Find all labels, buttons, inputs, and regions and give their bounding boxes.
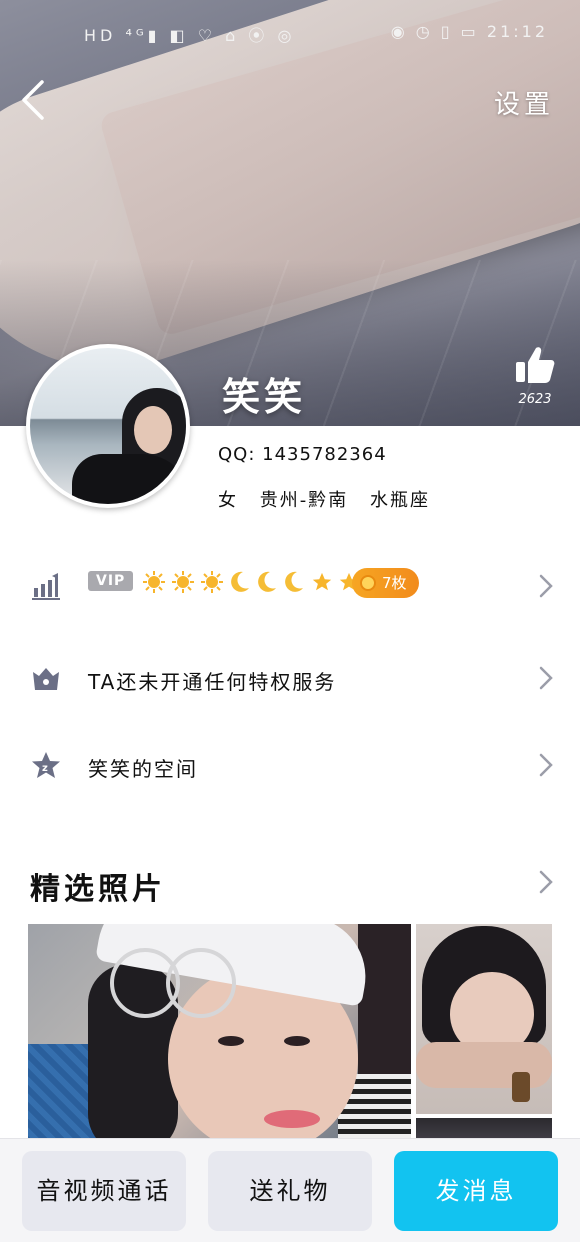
send-gift-button[interactable]: 送礼物: [208, 1151, 372, 1231]
vip-level-icons: [142, 570, 360, 598]
photo-lips-shape: [264, 1110, 320, 1128]
photo-arm-shape: [416, 1042, 552, 1088]
avatar-body-shape: [72, 454, 186, 504]
qq-number: 1435782364: [262, 444, 387, 465]
qzone-label: 笑笑的空间: [88, 757, 198, 781]
qq-label: QQ:: [218, 444, 256, 465]
vip-level-row[interactable]: VIP 7枚: [0, 556, 580, 616]
status-bar: HD ⁴ᴳ▮ ◧ ♡ ⌂ ⦿ ◎ ◉ ◷ ▯ ▭ 21:12: [0, 18, 580, 48]
photo-eye-shape: [218, 1036, 244, 1046]
bottom-action-bar: 音视频通话 送礼物 发消息: [0, 1138, 580, 1242]
photo-watch-shape: [512, 1072, 530, 1102]
vip-badge: VIP: [88, 571, 134, 591]
status-time: 21:12: [486, 22, 548, 41]
chevron-left-icon: [22, 80, 44, 120]
featured-photo-1[interactable]: [28, 924, 411, 1138]
send-message-button[interactable]: 发消息: [394, 1151, 558, 1231]
photo-eye-shape: [284, 1036, 310, 1046]
settings-button[interactable]: 设置: [494, 84, 554, 121]
thumbs-up-icon: [516, 347, 555, 383]
star-outline-icon: z: [32, 752, 60, 778]
like-count: 2623: [518, 392, 552, 407]
qq-line: QQ: 1435782364: [218, 444, 387, 465]
coin-badge[interactable]: 7枚: [352, 568, 419, 598]
status-indicators-right: ◉ ◷ ▯ ▭ 21:12: [391, 22, 548, 41]
moon-icon: [285, 571, 304, 592]
qzone-row[interactable]: z 笑笑的空间: [0, 735, 580, 795]
svg-text:z: z: [42, 763, 48, 774]
sun-icon: [172, 571, 195, 593]
chevron-right-icon: [539, 574, 553, 598]
photo-bg-hair-shape: [358, 924, 411, 1084]
like-button[interactable]: 2623: [512, 344, 558, 414]
sun-icon: [143, 571, 165, 593]
sun-coin-icon: [360, 575, 376, 591]
video-call-button[interactable]: 音视频通话: [22, 1151, 186, 1231]
crown-icon: [33, 668, 59, 690]
chevron-right-icon: [539, 666, 553, 690]
avatar[interactable]: [26, 344, 190, 508]
location-text: 贵州-黔南: [259, 490, 349, 511]
avatar-face-shape: [134, 406, 172, 454]
avatar-photo: [30, 348, 186, 504]
photo-earring-shape: [166, 948, 236, 1018]
moon-icon: [258, 571, 277, 592]
coin-count: 7枚: [382, 574, 407, 592]
featured-photo-2[interactable]: [416, 924, 552, 1114]
status-icons: ◉ ◷ ▯ ▭: [390, 22, 479, 41]
privilege-label: TA还未开通任何特权服务: [88, 670, 337, 694]
back-button[interactable]: [16, 76, 52, 124]
sun-icon: [201, 571, 224, 593]
level-chart-icon: [32, 573, 60, 600]
gender-text: 女: [218, 490, 238, 511]
chevron-right-icon[interactable]: [538, 868, 554, 896]
profile-meta: 女 贵州-黔南 水瓶座: [218, 486, 444, 512]
featured-photos-title: 精选照片: [30, 872, 166, 907]
privilege-row[interactable]: TA还未开通任何特权服务: [0, 648, 580, 708]
moon-icon: [231, 571, 250, 592]
star-icon: [312, 572, 331, 591]
chevron-right-icon: [539, 753, 553, 777]
profile-nickname: 笑笑: [222, 375, 307, 419]
zodiac-text: 水瓶座: [369, 490, 430, 511]
status-indicators-left: HD ⁴ᴳ▮ ◧ ♡ ⌂ ⦿ ◎: [84, 26, 296, 45]
